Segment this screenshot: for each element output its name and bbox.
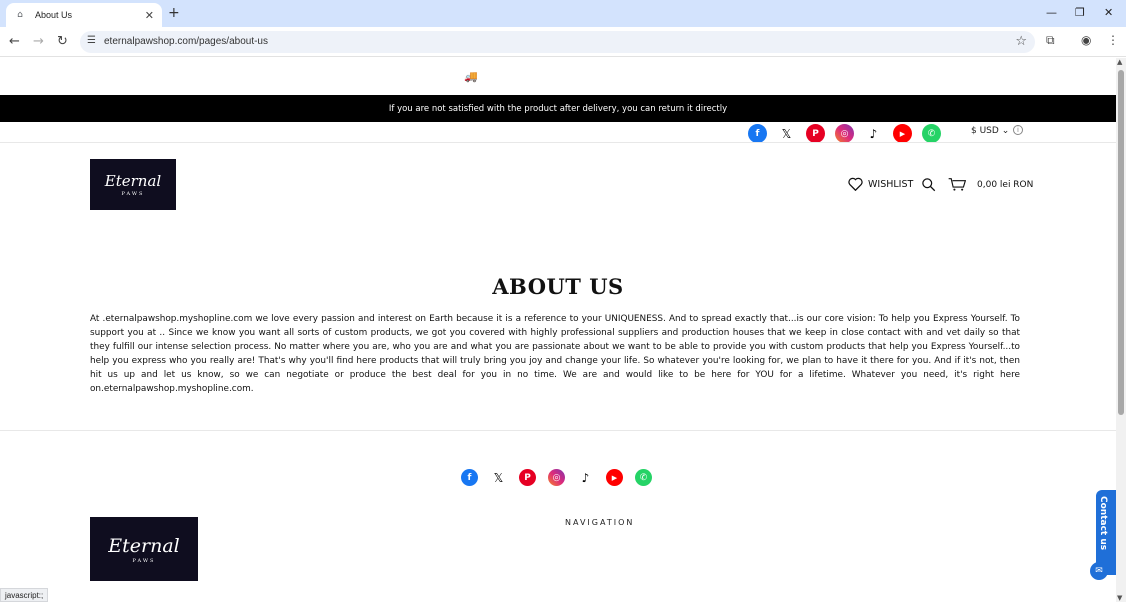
facebook-icon[interactable]: f <box>748 124 767 143</box>
footer-logo-sub: PAWS <box>132 557 156 564</box>
currency-selector[interactable]: $ USD ⌄ i <box>971 125 1023 136</box>
reload-icon[interactable]: ↻ <box>57 34 68 49</box>
page-scrollbar[interactable]: ▲ ▼ <box>1116 58 1126 602</box>
heart-icon <box>848 177 863 191</box>
tiktok-icon[interactable]: ♪ <box>864 124 883 143</box>
status-text: javascript:; <box>5 590 44 600</box>
browser-toolbar: ← → ↻ ☰ eternalpawshop.com/pages/about-u… <box>0 27 1126 57</box>
search-icon <box>922 178 936 192</box>
browser-tab[interactable]: ⌂ About Us ✕ <box>6 3 162 27</box>
pinterest-icon[interactable]: P <box>519 469 536 486</box>
header-social-links: f 𝕏 P ◎ ♪ ▶ ✆ <box>748 124 951 143</box>
cart-button[interactable]: 0,00 lei RON <box>948 177 1033 192</box>
footer-logo-script: Eternal <box>108 534 180 557</box>
scroll-down-icon[interactable]: ▼ <box>1117 594 1122 602</box>
wishlist-label: WISHLIST <box>868 178 914 190</box>
youtube-icon[interactable]: ▶ <box>606 469 623 486</box>
x-icon[interactable]: 𝕏 <box>490 469 507 486</box>
cart-icon <box>948 178 966 191</box>
footer-social-links: f 𝕏 P ◎ ♪ ▶ ✆ <box>461 469 664 486</box>
logo-sub: PAWS <box>121 191 145 197</box>
footer-logo[interactable]: Eternal PAWS <box>90 517 198 581</box>
address-bar[interactable]: ☰ eternalpawshop.com/pages/about-us ☆ <box>80 31 1035 53</box>
x-icon[interactable]: 𝕏 <box>777 124 796 143</box>
page-title: ABOUT US <box>492 274 624 299</box>
chevron-down-icon: ⌄ <box>1001 126 1010 136</box>
about-body-text: At .eternalpawshop.myshopline.com we lov… <box>90 314 1020 394</box>
logo-script: Eternal <box>104 172 162 190</box>
scroll-up-icon[interactable]: ▲ <box>1117 58 1122 66</box>
footer-navigation-heading: NAVIGATION <box>565 518 635 527</box>
profile-icon[interactable]: ◉ <box>1081 33 1091 47</box>
tab-title: About Us <box>35 10 73 20</box>
page-favicon-icon: ⌂ <box>17 10 23 20</box>
youtube-icon[interactable]: ▶ <box>893 124 912 143</box>
pinterest-icon[interactable]: P <box>806 124 825 143</box>
header-divider <box>0 142 1116 143</box>
facebook-icon[interactable]: f <box>461 469 478 486</box>
back-icon[interactable]: ← <box>9 34 20 49</box>
shipping-truck-icon: 🚚 <box>464 70 478 83</box>
instagram-icon[interactable]: ◎ <box>835 124 854 143</box>
bookmark-star-icon[interactable]: ☆ <box>1015 34 1027 49</box>
browser-status-bar: javascript:; <box>0 588 49 602</box>
web-page: 🚚 If you are not satisfied with the prod… <box>0 58 1116 602</box>
close-tab-icon[interactable]: ✕ <box>145 9 154 22</box>
site-info-icon[interactable]: ☰ <box>87 35 96 46</box>
footer-divider <box>0 430 1116 431</box>
info-icon[interactable]: i <box>1013 125 1023 135</box>
tiktok-icon[interactable]: ♪ <box>577 469 594 486</box>
browser-menu-icon[interactable]: ⋮ <box>1107 33 1119 47</box>
whatsapp-icon[interactable]: ✆ <box>635 469 652 486</box>
forward-icon[interactable]: → <box>33 34 44 49</box>
close-window-icon[interactable]: ✕ <box>1104 6 1113 19</box>
currency-label: $ USD <box>971 126 999 136</box>
minimize-icon[interactable]: — <box>1046 6 1057 19</box>
wishlist-link[interactable]: WISHLIST <box>848 177 913 191</box>
search-button[interactable] <box>921 177 936 192</box>
site-logo[interactable]: Eternal PAWS <box>90 159 176 210</box>
restore-icon[interactable]: ❐ <box>1075 6 1085 19</box>
cart-total: 0,00 lei RON <box>977 179 1034 190</box>
chat-bubble-icon[interactable]: ✉ <box>1090 562 1108 580</box>
announcement-bar: If you are not satisfied with the produc… <box>0 95 1116 122</box>
contact-us-label: Contact us <box>1098 496 1108 551</box>
url-text[interactable]: eternalpawshop.com/pages/about-us <box>104 36 268 47</box>
whatsapp-icon[interactable]: ✆ <box>922 124 941 143</box>
scrollbar-thumb[interactable] <box>1118 70 1124 415</box>
instagram-icon[interactable]: ◎ <box>548 469 565 486</box>
tab-search-icon[interactable]: ⧉ <box>1046 33 1055 48</box>
announcement-text: If you are not satisfied with the produc… <box>388 103 728 114</box>
new-tab-button[interactable]: + <box>168 5 180 21</box>
browser-tab-strip: ⌂ About Us ✕ + — ❐ ✕ <box>0 0 1126 27</box>
